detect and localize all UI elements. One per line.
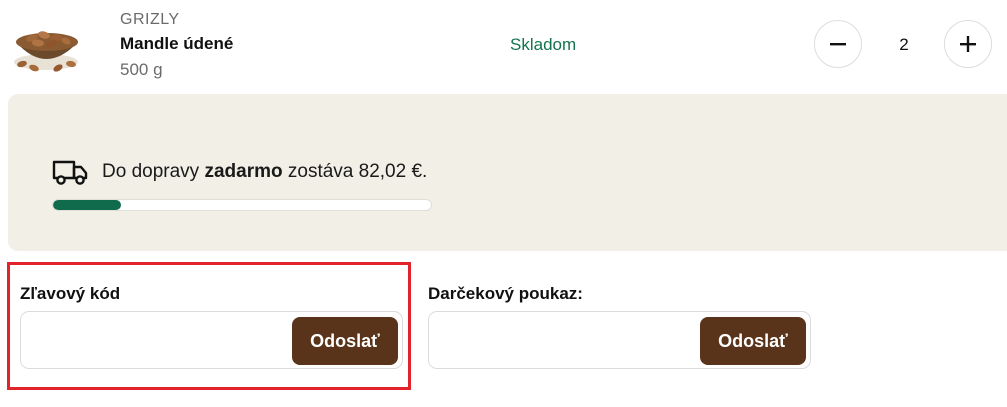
product-weight: 500 g xyxy=(120,60,163,79)
gift-voucher-group: Odoslať xyxy=(428,311,811,369)
minus-icon xyxy=(830,43,846,46)
product-image[interactable] xyxy=(8,14,84,74)
discount-code-submit-button[interactable]: Odoslať xyxy=(292,317,398,365)
decrease-quantity-button[interactable] xyxy=(814,20,862,68)
almonds-product-image xyxy=(14,31,78,72)
product-name[interactable]: Mandle údené xyxy=(120,34,233,54)
stock-status: Skladom xyxy=(510,35,577,54)
discount-code-label: Zľavový kód xyxy=(20,284,121,303)
shipping-text-after: zostáva 82,02 €. xyxy=(282,161,428,182)
truck-icon xyxy=(52,158,88,186)
shipping-text-before: Do dopravy xyxy=(102,161,205,182)
gift-voucher-input[interactable] xyxy=(429,312,699,368)
gift-voucher-label: Darčekový poukaz: xyxy=(428,284,583,303)
free-shipping-message: Do dopravy zadarmo zostáva 82,02 €. xyxy=(102,161,427,183)
discount-code-group: Odoslať xyxy=(20,311,403,369)
increase-quantity-button[interactable] xyxy=(944,20,992,68)
discount-code-input[interactable] xyxy=(21,312,291,368)
shipping-text-bold: zadarmo xyxy=(204,161,283,182)
product-brand: GRIZLY xyxy=(120,11,180,28)
gift-voucher-submit-button[interactable]: Odoslať xyxy=(700,317,806,365)
quantity-value: 2 xyxy=(899,35,909,54)
progress-fill xyxy=(53,200,122,210)
free-shipping-progress-bar xyxy=(52,199,432,211)
plus-icon xyxy=(960,36,976,52)
